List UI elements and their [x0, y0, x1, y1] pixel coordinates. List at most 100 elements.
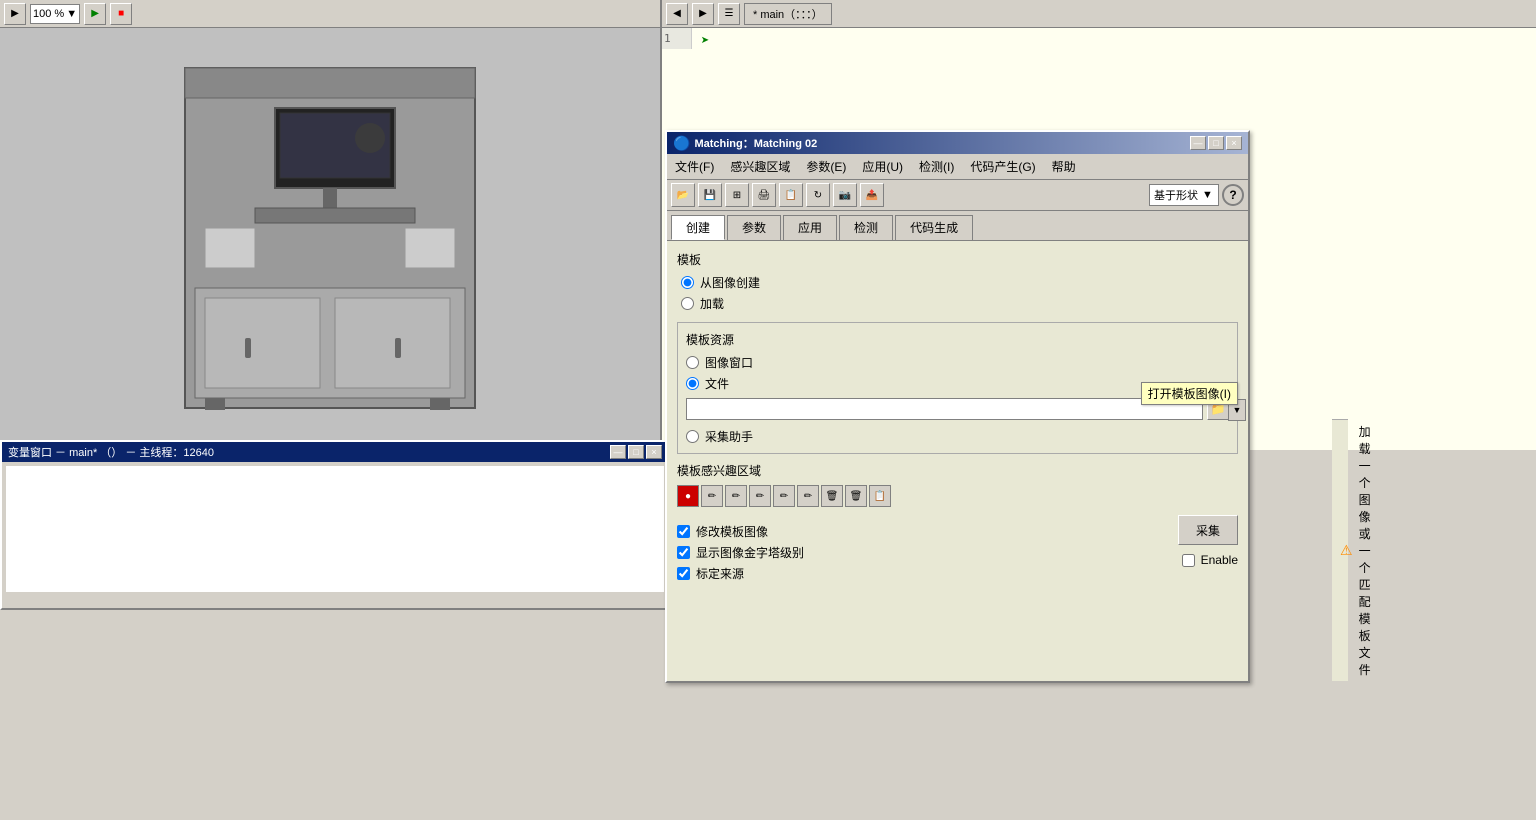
toolbar-btn-1[interactable]: ▶	[4, 3, 26, 25]
var-window-titlebar: 变量窗口 － main* （） － 主线程：12640 — □ ×	[2, 442, 668, 462]
line-number-1: 1	[664, 32, 689, 45]
cb-calibration[interactable]: 标定来源	[677, 565, 804, 582]
variable-window: 变量窗口 － main* （） － 主线程：12640 — □ ×	[0, 440, 670, 610]
menu-detect[interactable]: 检测(I)	[915, 156, 958, 177]
dialog-minimize-btn[interactable]: —	[1190, 136, 1206, 150]
status-text: 加载一个图像或一个匹配模板文件	[1359, 423, 1371, 678]
dlg-copy-btn[interactable]: 📋	[779, 183, 803, 207]
tab-apply[interactable]: 应用	[783, 215, 837, 240]
back-btn[interactable]: ◀	[666, 3, 688, 25]
var-window-minimize[interactable]: —	[610, 445, 626, 459]
dlg-print-btn[interactable]: 🖨	[752, 183, 776, 207]
roi-btn-pencil5[interactable]: ✏	[797, 485, 819, 507]
dialog-title: Matching：Matching 02	[694, 135, 817, 151]
machine-image-svg	[175, 58, 485, 418]
dlg-export-btn[interactable]: 📤	[860, 183, 884, 207]
editor-menu-btn[interactable]: ☰	[718, 3, 740, 25]
var-window-close[interactable]: ×	[646, 445, 662, 459]
zoom-value: 100 %	[33, 8, 64, 20]
main-tab-label: * main（：：：）	[753, 9, 823, 21]
cb-modify-label: 修改模板图像	[696, 523, 768, 540]
radio-image-window-label: 图像窗口	[705, 354, 753, 371]
image-view-area	[0, 28, 660, 448]
radio-file[interactable]	[686, 377, 699, 390]
dlg-open-btn[interactable]: 📂	[671, 183, 695, 207]
menu-params[interactable]: 参数(E)	[802, 156, 850, 177]
checkbox-pyramid[interactable]	[677, 546, 690, 559]
source-acq-assistant[interactable]: 采集助手	[686, 428, 1229, 445]
dlg-table-btn[interactable]: ⊞	[725, 183, 749, 207]
cb-pyramid-label: 显示图像金字塔级别	[696, 544, 804, 561]
source-image-window[interactable]: 图像窗口	[686, 354, 1229, 371]
roi-title: 模板感兴趣区域	[677, 462, 1238, 479]
tab-bar: 创建 参数 应用 检测 代码生成	[667, 211, 1248, 241]
dialog-titlebar-buttons: — □ ×	[1190, 136, 1242, 150]
file-path-input[interactable]	[686, 398, 1203, 420]
roi-btn-delete2[interactable]: 🗑	[845, 485, 867, 507]
dlg-save-btn[interactable]: 💾	[698, 183, 722, 207]
dlg-refresh-btn[interactable]: ↻	[806, 183, 830, 207]
toolbar-btn-stop[interactable]: ■	[110, 3, 132, 25]
zoom-dropdown-icon[interactable]: ▼	[66, 8, 77, 20]
line-numbers: 1	[662, 28, 692, 49]
radio-file-label: 文件	[705, 375, 729, 392]
menu-roi[interactable]: 感兴趣区域	[726, 156, 794, 177]
warning-icon: ⚠	[1340, 542, 1353, 559]
radio-image-window[interactable]	[686, 356, 699, 369]
shape-select-label: 基于形状	[1154, 187, 1198, 203]
roi-btn-pencil4[interactable]: ✏	[773, 485, 795, 507]
bottom-left-area	[0, 610, 660, 820]
shape-select[interactable]: 基于形状 ▼	[1149, 184, 1219, 206]
dialog-close-btn[interactable]: ×	[1226, 136, 1242, 150]
dialog-titlebar: 🔵 Matching：Matching 02 — □ ×	[667, 132, 1248, 154]
dialog-menubar: 文件(F) 感兴趣区域 参数(E) 应用(U) 检测(I) 代码产生(G) 帮助	[667, 154, 1248, 180]
template-from-image[interactable]: 从图像创建	[681, 274, 1238, 291]
enable-row: Enable	[1182, 553, 1238, 567]
menu-file[interactable]: 文件(F)	[671, 156, 718, 177]
main-tab[interactable]: * main（：：：）	[744, 3, 832, 25]
collect-btn[interactable]: 采集	[1178, 515, 1238, 545]
radio-from-image[interactable]	[681, 276, 694, 289]
cb-calibration-label: 标定来源	[696, 565, 744, 582]
tooltip-open-template: 打开模板图像(I)	[1141, 382, 1238, 405]
roi-btn-red[interactable]: ●	[677, 485, 699, 507]
dlg-camera-btn[interactable]: 📷	[833, 183, 857, 207]
radio-acq[interactable]	[686, 430, 699, 443]
forward-btn[interactable]: ▶	[692, 3, 714, 25]
code-line-1: ➤	[666, 32, 1532, 50]
tab-params[interactable]: 参数	[727, 215, 781, 240]
cb-show-pyramid[interactable]: 显示图像金字塔级别	[677, 544, 804, 561]
menu-codegen[interactable]: 代码产生(G)	[966, 156, 1039, 177]
roi-btn-delete1[interactable]: 🗑	[821, 485, 843, 507]
checkbox-group: 修改模板图像 显示图像金字塔级别 标定来源	[677, 523, 804, 582]
dialog-restore-btn[interactable]: □	[1208, 136, 1224, 150]
cb-modify-template[interactable]: 修改模板图像	[677, 523, 804, 540]
toolbar-btn-run[interactable]: ▶	[84, 3, 106, 25]
menu-apply[interactable]: 应用(U)	[858, 156, 907, 177]
roi-btn-pencil1[interactable]: ✏	[701, 485, 723, 507]
var-window-restore[interactable]: □	[628, 445, 644, 459]
dialog-icon: 🔵	[673, 135, 690, 152]
enable-checkbox[interactable]	[1182, 554, 1195, 567]
tab-detect[interactable]: 检测	[839, 215, 893, 240]
var-window-title-text: 变量窗口 － main* （） － 主线程：12640	[8, 444, 214, 460]
menu-help[interactable]: 帮助	[1048, 156, 1080, 177]
help-btn[interactable]: ?	[1222, 184, 1244, 206]
roi-btn-clipboard[interactable]: 📋	[869, 485, 891, 507]
roi-btn-pencil3[interactable]: ✏	[749, 485, 771, 507]
radio-load[interactable]	[681, 297, 694, 310]
template-load[interactable]: 加载	[681, 295, 1238, 312]
tab-codegen[interactable]: 代码生成	[895, 215, 973, 240]
roi-toolbar: ● ✏ ✏ ✏ ✏ ✏ 🗑 🗑 📋	[677, 485, 1238, 507]
roi-section: 模板感兴趣区域 ● ✏ ✏ ✏ ✏ ✏ 🗑 🗑 📋	[677, 462, 1238, 507]
dialog-status-bar: ⚠ 加载一个图像或一个匹配模板文件	[1332, 419, 1348, 681]
zoom-select[interactable]: 100 % ▼	[30, 4, 80, 24]
code-editor-header: ◀ ▶ ☰ * main（：：：）	[662, 0, 1536, 28]
matching-dialog: 🔵 Matching：Matching 02 — □ × 文件(F) 感兴趣区域…	[665, 130, 1250, 683]
roi-btn-pencil2[interactable]: ✏	[725, 485, 747, 507]
template-title: 模板	[677, 251, 1238, 268]
tab-create[interactable]: 创建	[671, 215, 725, 240]
checkbox-modify[interactable]	[677, 525, 690, 538]
checkbox-calibration[interactable]	[677, 567, 690, 580]
radio-acq-label: 采集助手	[705, 428, 753, 445]
